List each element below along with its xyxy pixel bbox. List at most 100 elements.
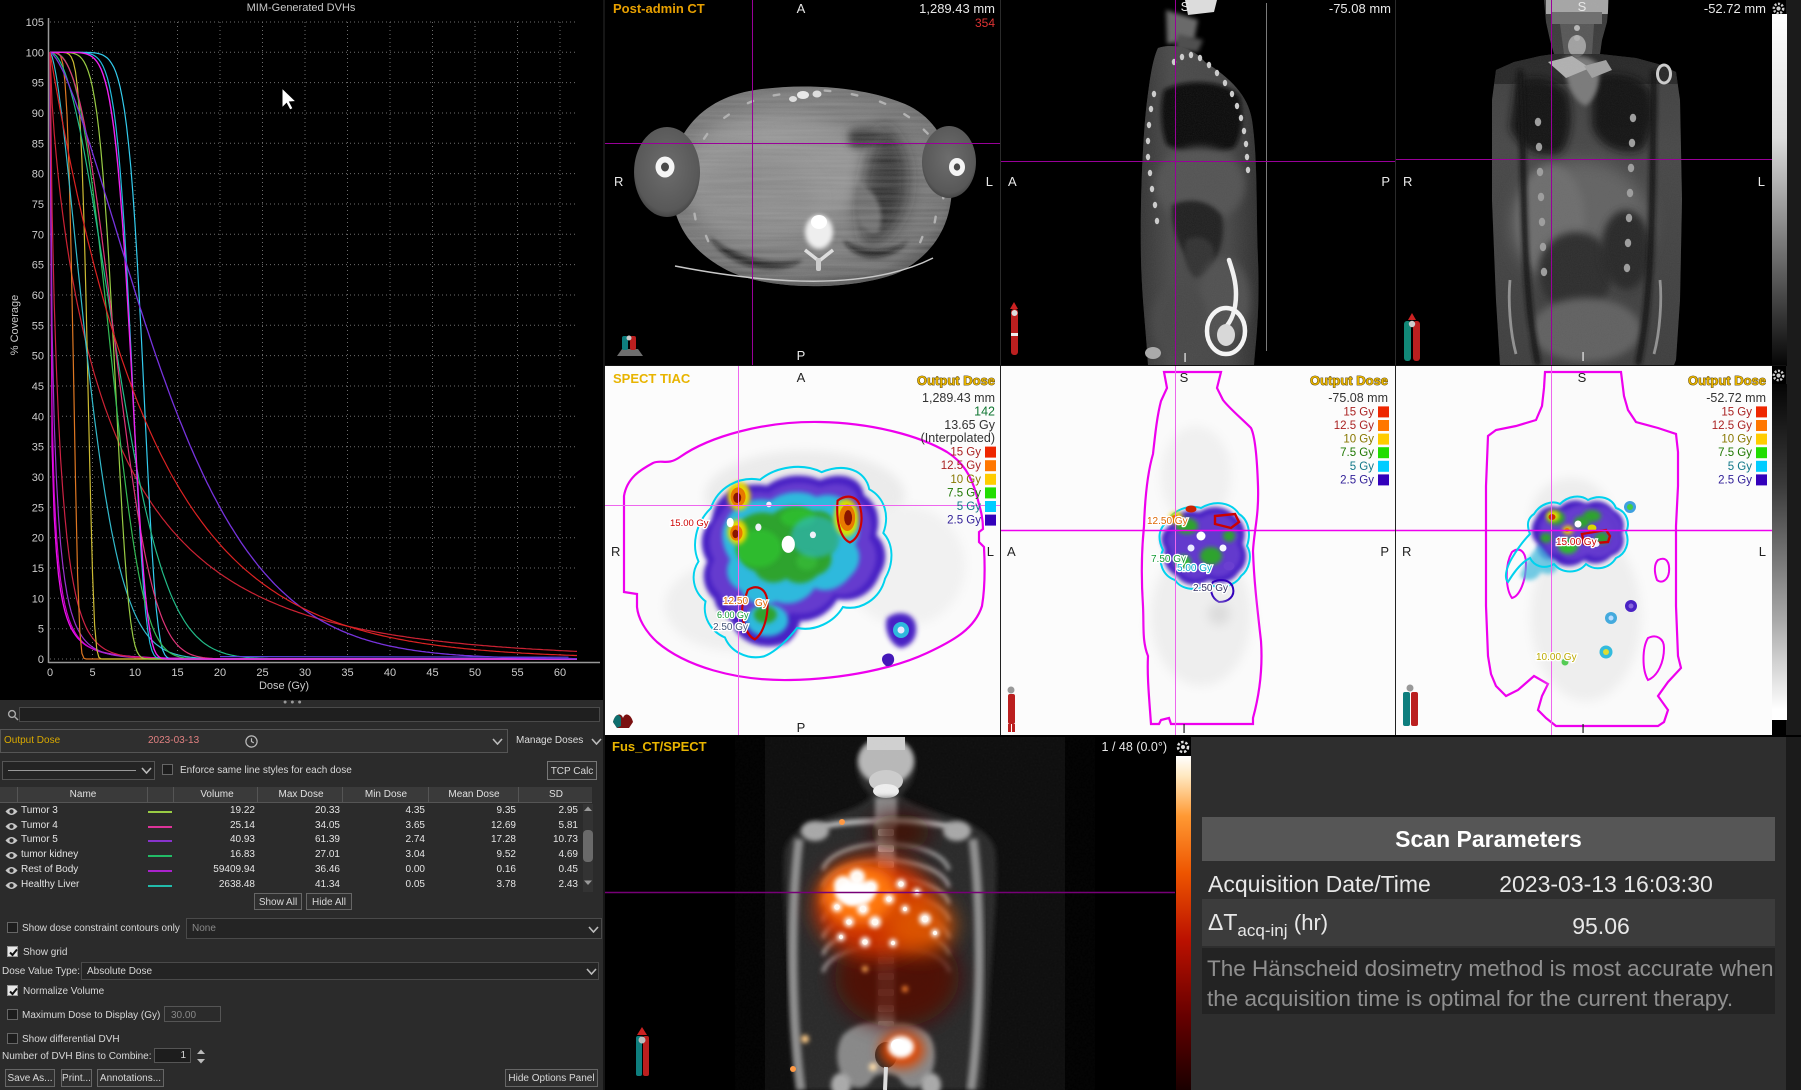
- svg-text:-52.72 mm: -52.72 mm: [1706, 391, 1766, 405]
- svg-text:10 Gy: 10 Gy: [950, 474, 981, 486]
- svg-text:30: 30: [32, 472, 44, 484]
- svg-text:L: L: [986, 174, 993, 189]
- svg-text:15 Gy: 15 Gy: [1721, 406, 1752, 418]
- svg-text:Output Dose: Output Dose: [1688, 373, 1766, 388]
- svg-text:35: 35: [32, 442, 44, 454]
- svg-text:0: 0: [47, 667, 53, 679]
- svg-text:5: 5: [89, 667, 95, 679]
- svg-text:2.5 Gy: 2.5 Gy: [1340, 474, 1374, 486]
- svg-text:1,289.43 mm: 1,289.43 mm: [922, 391, 995, 405]
- svg-text:Gy: Gy: [755, 598, 768, 609]
- svg-text:Post-admin CT: Post-admin CT: [613, 1, 705, 16]
- svg-text:L: L: [1759, 544, 1766, 559]
- svg-text:SPECT TIAC: SPECT TIAC: [613, 371, 691, 386]
- svg-text:354: 354: [975, 16, 995, 30]
- svg-text:S: S: [1180, 370, 1189, 385]
- svg-text:5 Gy: 5 Gy: [1728, 461, 1753, 473]
- svg-text:12.5 Gy: 12.5 Gy: [1334, 420, 1375, 432]
- svg-text:60: 60: [32, 290, 44, 302]
- svg-text:15: 15: [171, 667, 183, 679]
- svg-text:142: 142: [974, 404, 995, 418]
- svg-text:R: R: [614, 174, 623, 189]
- svg-text:65: 65: [32, 260, 44, 272]
- svg-text:75: 75: [32, 199, 44, 211]
- svg-text:% Coverage: % Coverage: [9, 295, 21, 356]
- svg-text:I: I: [1182, 721, 1186, 735]
- svg-text:A: A: [1007, 544, 1016, 559]
- svg-text:20: 20: [214, 667, 226, 679]
- svg-text:10.00 Gy: 10.00 Gy: [1536, 652, 1577, 663]
- svg-text:1 / 48 (0.0°): 1 / 48 (0.0°): [1102, 740, 1167, 754]
- svg-text:95: 95: [32, 78, 44, 90]
- svg-text:0: 0: [38, 654, 44, 666]
- svg-text:R: R: [1403, 174, 1412, 189]
- svg-text:45: 45: [426, 667, 438, 679]
- svg-text:55: 55: [32, 320, 44, 332]
- svg-text:12.50: 12.50: [723, 596, 748, 607]
- svg-text:35: 35: [341, 667, 353, 679]
- svg-text:5.00 Gy: 5.00 Gy: [1177, 563, 1212, 574]
- svg-text:-52.72 mm: -52.72 mm: [1704, 1, 1766, 16]
- svg-text:2.5 Gy: 2.5 Gy: [947, 515, 981, 527]
- svg-text:2.50 Gy: 2.50 Gy: [1193, 583, 1228, 594]
- svg-text:Dose (Gy): Dose (Gy): [259, 680, 309, 692]
- svg-text:Output Dose: Output Dose: [1310, 373, 1388, 388]
- svg-text:13.65 Gy: 13.65 Gy: [944, 418, 995, 432]
- svg-text:P: P: [797, 720, 806, 735]
- svg-text:L: L: [987, 544, 994, 559]
- svg-text:2.5 Gy: 2.5 Gy: [1718, 474, 1752, 486]
- svg-text:Fus_CT/SPECT: Fus_CT/SPECT: [612, 739, 707, 754]
- svg-text:45: 45: [32, 381, 44, 393]
- svg-text:P: P: [797, 348, 806, 363]
- svg-text:5 Gy: 5 Gy: [1350, 461, 1375, 473]
- svg-text:10: 10: [32, 593, 44, 605]
- svg-text:2.50 Gy: 2.50 Gy: [713, 622, 748, 633]
- svg-text:S: S: [1578, 0, 1587, 14]
- svg-text:25: 25: [256, 667, 268, 679]
- svg-text:15: 15: [32, 563, 44, 575]
- svg-text:15 Gy: 15 Gy: [1343, 406, 1374, 418]
- svg-text:I: I: [1581, 349, 1585, 364]
- svg-text:5 Gy: 5 Gy: [957, 501, 982, 513]
- svg-text:70: 70: [32, 229, 44, 241]
- svg-text:15 Gy: 15 Gy: [950, 447, 981, 459]
- svg-text:30: 30: [299, 667, 311, 679]
- svg-text:A: A: [1008, 174, 1017, 189]
- svg-text:40: 40: [32, 411, 44, 423]
- svg-text:R: R: [1402, 544, 1411, 559]
- svg-text:50: 50: [469, 667, 481, 679]
- svg-text:1,289.43 mm: 1,289.43 mm: [919, 1, 995, 16]
- svg-text:60: 60: [554, 667, 566, 679]
- svg-text:5: 5: [38, 624, 44, 636]
- svg-text:10 Gy: 10 Gy: [1343, 434, 1374, 446]
- svg-text:10: 10: [129, 667, 141, 679]
- svg-text:I: I: [1183, 350, 1187, 365]
- svg-text:12.50 Gy: 12.50 Gy: [1147, 516, 1188, 527]
- svg-text:7.5 Gy: 7.5 Gy: [947, 487, 981, 499]
- svg-text:-75.08 mm: -75.08 mm: [1329, 1, 1391, 16]
- svg-text:MIM-Generated DVHs: MIM-Generated DVHs: [247, 2, 356, 14]
- svg-text:(Interpolated): (Interpolated): [921, 431, 995, 445]
- svg-text:40: 40: [384, 667, 396, 679]
- svg-text:12.5 Gy: 12.5 Gy: [941, 460, 982, 472]
- svg-text:S: S: [1181, 0, 1190, 14]
- svg-text:20: 20: [32, 533, 44, 545]
- svg-text:10 Gy: 10 Gy: [1721, 434, 1752, 446]
- svg-text:Output Dose: Output Dose: [917, 373, 995, 388]
- svg-text:85: 85: [32, 138, 44, 150]
- svg-text:I: I: [1581, 721, 1585, 735]
- svg-text:-75.08 mm: -75.08 mm: [1328, 391, 1388, 405]
- svg-text:7.5 Gy: 7.5 Gy: [1340, 447, 1374, 459]
- svg-text:55: 55: [511, 667, 523, 679]
- svg-text:L: L: [1758, 174, 1765, 189]
- svg-text:80: 80: [32, 169, 44, 181]
- svg-text:12.5 Gy: 12.5 Gy: [1712, 420, 1753, 432]
- svg-text:50: 50: [32, 351, 44, 363]
- svg-text:15.00 Gy: 15.00 Gy: [670, 518, 709, 529]
- svg-text:90: 90: [32, 108, 44, 120]
- svg-text:P: P: [1380, 544, 1389, 559]
- svg-text:S: S: [1578, 370, 1587, 385]
- svg-text:A: A: [797, 370, 806, 385]
- svg-text:105: 105: [26, 17, 44, 29]
- svg-text:R: R: [611, 544, 620, 559]
